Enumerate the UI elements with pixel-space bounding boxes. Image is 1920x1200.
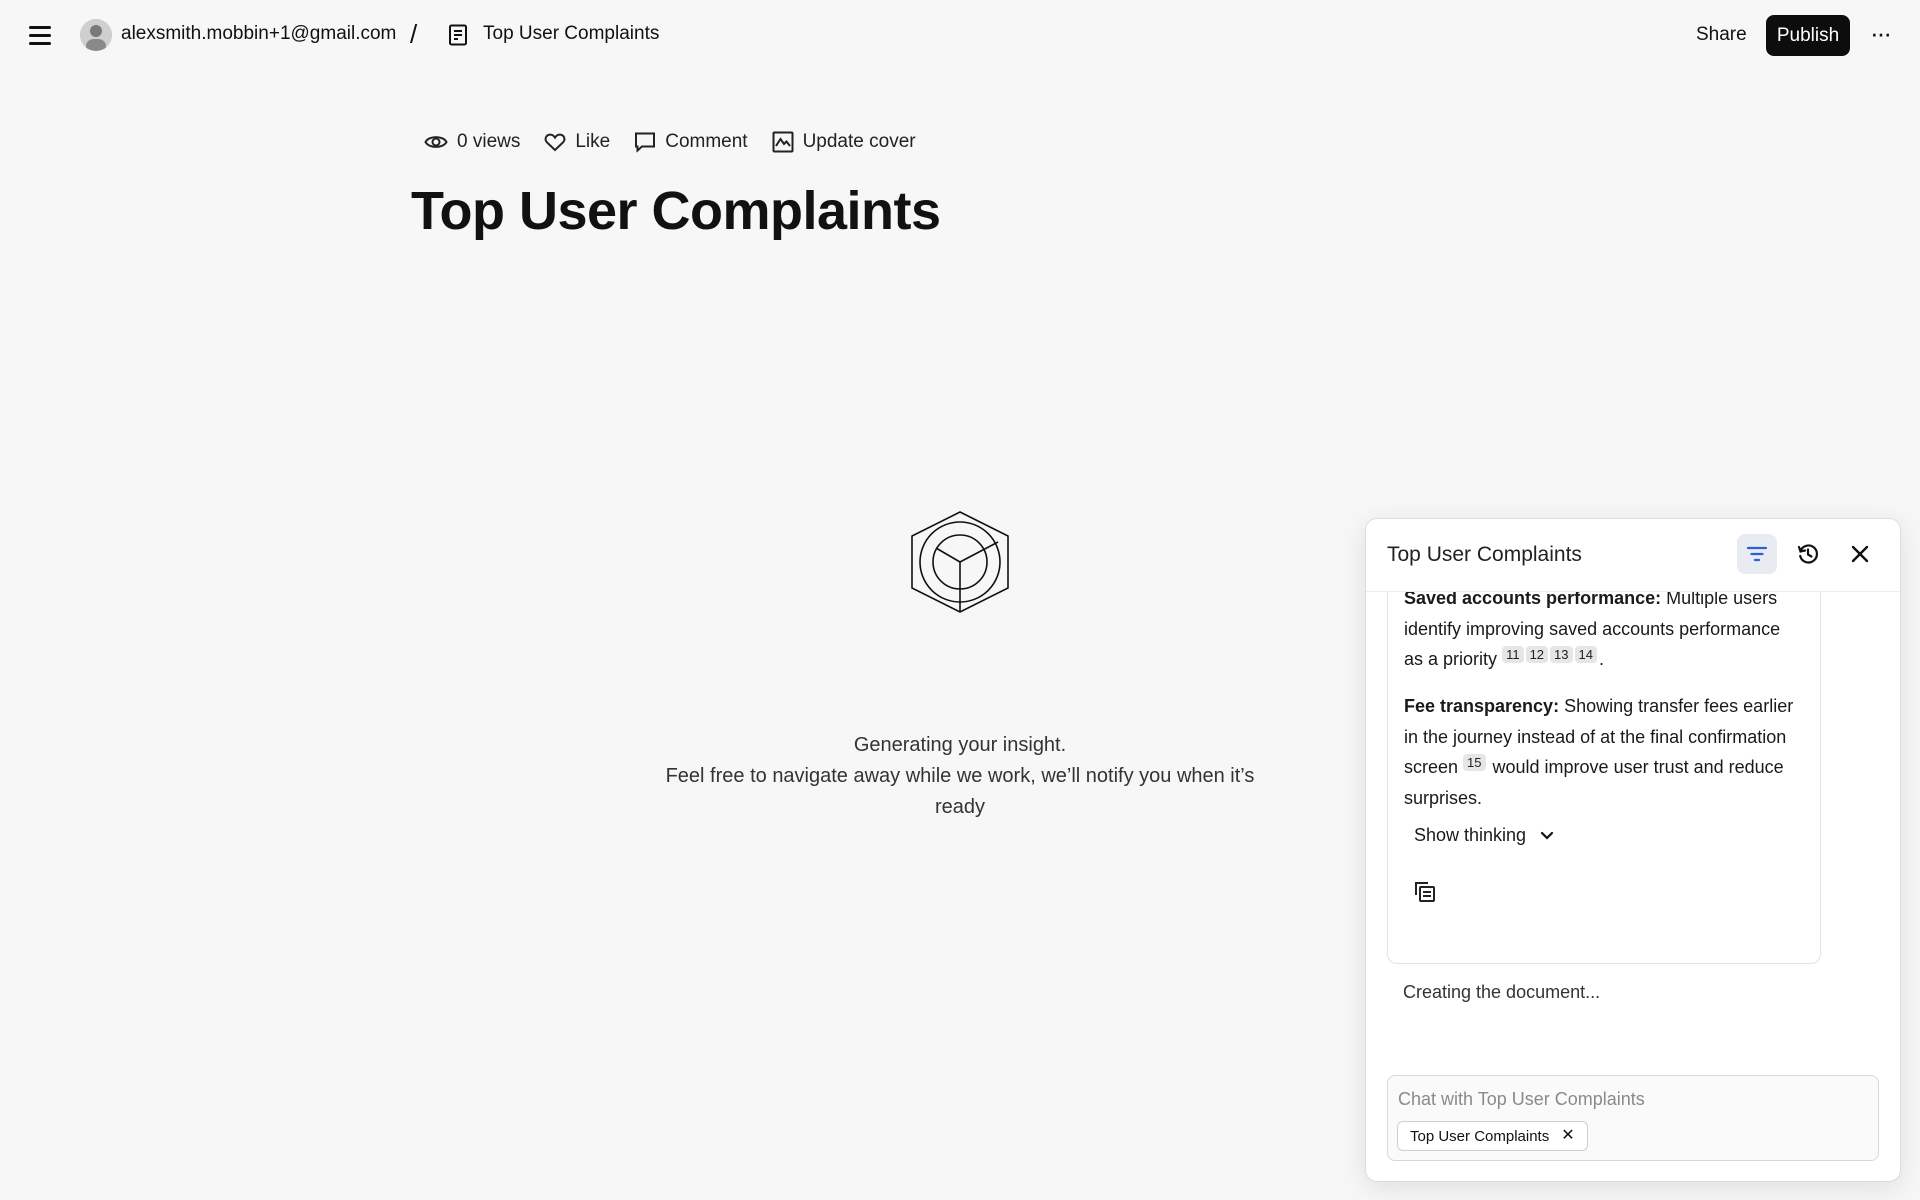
avatar[interactable] xyxy=(80,19,112,51)
status-text: Creating the document... xyxy=(1403,982,1601,1002)
show-thinking-toggle[interactable]: Show thinking xyxy=(1414,825,1554,846)
chat-input[interactable] xyxy=(1398,1086,1868,1112)
document-icon xyxy=(448,24,468,46)
chevron-down-icon xyxy=(1540,825,1554,846)
answer-paragraph-fee-transparency: Fee transparency: Showing transfer fees … xyxy=(1404,691,1804,813)
copy-icon[interactable] xyxy=(1412,879,1438,905)
history-icon[interactable] xyxy=(1788,534,1828,574)
generating-line-1: Generating your insight. xyxy=(853,734,1067,756)
comment-label: Comment xyxy=(665,131,748,152)
heart-icon xyxy=(544,132,566,152)
saved-accounts-heading: Saved accounts performance: xyxy=(1404,592,1662,608)
views-label: 0 views xyxy=(457,131,521,152)
breadcrumb-document-title[interactable]: Top User Complaints xyxy=(483,23,659,45)
show-thinking-label: Show thinking xyxy=(1414,825,1527,845)
account-email[interactable]: alexsmith.mobbin+1@gmail.com xyxy=(121,23,396,45)
chat-panel: Top User Complaints Saved accounts perfo… xyxy=(1365,518,1901,1182)
share-button[interactable]: Share xyxy=(1686,15,1757,55)
citation-badge[interactable]: 13 xyxy=(1550,646,1573,663)
comment-button[interactable]: Comment xyxy=(634,131,748,153)
chat-input-box: Top User Complaints ✕ xyxy=(1387,1075,1879,1161)
views-count: 0 views xyxy=(424,131,520,153)
fee-transparency-text-after: would improve user trust and reduce surp… xyxy=(1404,757,1784,808)
chat-header: Top User Complaints xyxy=(1366,519,1900,592)
update-cover-label: Update cover xyxy=(802,131,916,152)
generating-logo-icon xyxy=(908,508,1012,616)
chat-title: Top User Complaints xyxy=(1387,543,1582,566)
saved-accounts-end: . xyxy=(1598,649,1604,669)
page-title: Top User Complaints xyxy=(411,181,941,241)
generating-line-2: Feel free to navigate away while we work… xyxy=(665,765,1255,818)
filter-icon[interactable] xyxy=(1737,534,1777,574)
more-options-icon[interactable]: ··· xyxy=(1866,18,1894,52)
fee-transparency-heading: Fee transparency: xyxy=(1404,696,1560,716)
answer-paragraph-saved-accounts: Saved accounts performance: Multiple use… xyxy=(1404,592,1804,675)
context-chip: Top User Complaints ✕ xyxy=(1397,1121,1588,1151)
remove-chip-icon[interactable]: ✕ xyxy=(1561,1128,1574,1144)
context-chip-label: Top User Complaints xyxy=(1410,1127,1550,1145)
like-label: Like xyxy=(575,131,611,152)
like-button[interactable]: Like xyxy=(544,131,610,153)
comment-icon xyxy=(634,131,656,153)
top-bar: alexsmith.mobbin+1@gmail.com / Top User … xyxy=(0,0,1920,70)
citation-badge[interactable]: 11 xyxy=(1502,646,1524,663)
citation-badge[interactable]: 12 xyxy=(1525,646,1549,663)
update-cover-button[interactable]: Update cover xyxy=(772,131,916,153)
generating-message: Generating your insight. Feel free to na… xyxy=(660,730,1260,823)
chat-messages[interactable]: Saved accounts performance: Multiple use… xyxy=(1366,592,1900,1032)
assistant-answer-card: Saved accounts performance: Multiple use… xyxy=(1387,592,1821,964)
citation-badge[interactable]: 14 xyxy=(1574,646,1597,663)
hamburger-menu-icon[interactable] xyxy=(26,22,54,48)
breadcrumb-separator: / xyxy=(410,19,418,49)
citation-badge[interactable]: 15 xyxy=(1463,754,1486,771)
close-icon[interactable] xyxy=(1840,534,1880,574)
publish-button[interactable]: Publish xyxy=(1766,15,1850,56)
eye-icon xyxy=(424,132,448,152)
image-icon xyxy=(772,131,794,153)
document-actions: 0 views Like Comment Update cover xyxy=(424,126,916,158)
